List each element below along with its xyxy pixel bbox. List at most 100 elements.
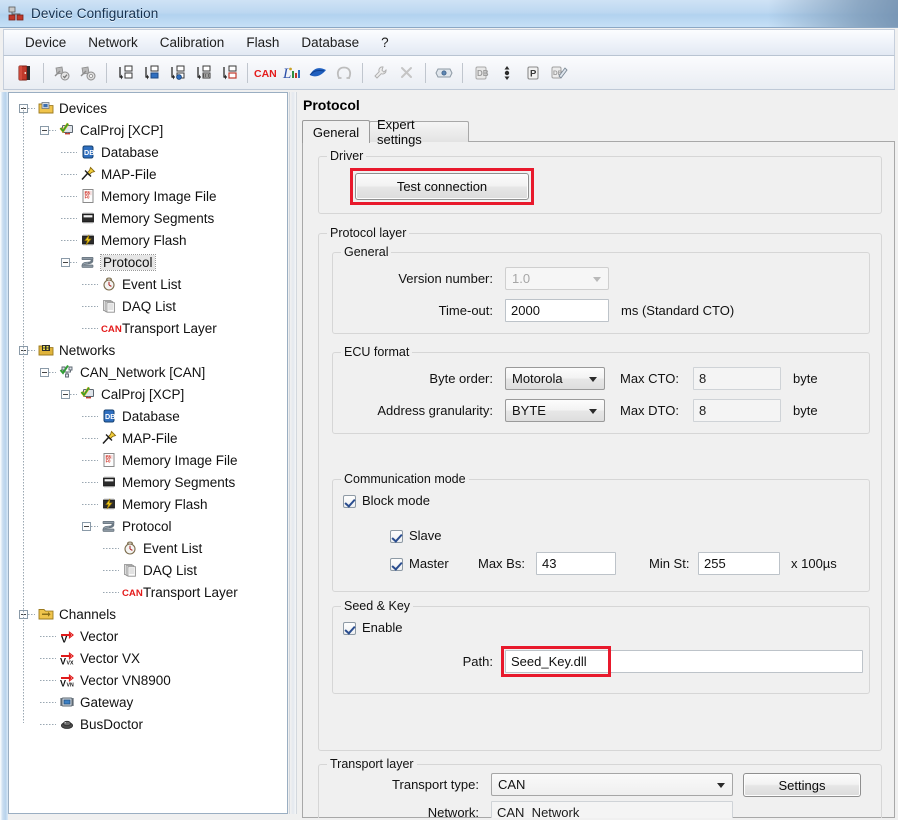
tree-node[interactable]: V VX Vector VX	[9, 647, 287, 669]
transport-type-dropdown[interactable]: CAN	[491, 773, 733, 796]
tree-collapse-icon[interactable]	[40, 125, 49, 135]
svg-text:V: V	[60, 657, 66, 666]
tree-node-label: Event List	[122, 276, 182, 292]
edit-database-icon[interactable]: DB	[546, 60, 572, 86]
add-device-icon[interactable]	[112, 60, 138, 86]
group-driver-caption: Driver	[327, 149, 367, 163]
tab-expert-settings[interactable]: Expert settings	[369, 117, 469, 147]
tree-node[interactable]: CAN Transport Layer	[9, 581, 287, 603]
tab-panel-general: Driver Test connection Protocol layer Ge…	[302, 142, 895, 818]
group-seed-key: Seed & Key Enable Path: Seed_Key.dll	[332, 599, 870, 694]
menu-database[interactable]: Database	[290, 32, 370, 54]
seed-key-enable-checkbox[interactable]	[343, 622, 356, 635]
master-checkbox[interactable]	[390, 558, 403, 571]
menu-device[interactable]: Device	[14, 32, 77, 54]
most-icon[interactable]	[331, 60, 357, 86]
menu-flash[interactable]: Flash	[235, 32, 290, 54]
folder-devices-icon	[38, 100, 54, 116]
block-mode-checkbox[interactable]	[343, 495, 356, 508]
add-network-icon[interactable]	[164, 60, 190, 86]
tree-node-label: Vector VN8900	[80, 672, 171, 688]
min-st-input[interactable]: 255	[698, 552, 780, 575]
tree-connector	[40, 679, 56, 681]
version-number-value: 1.0	[512, 271, 531, 286]
tree-node[interactable]: DB Database	[9, 405, 287, 427]
tree-node[interactable]: V Vector	[9, 625, 287, 647]
address-granularity-dropdown[interactable]: BYTE	[505, 399, 605, 422]
toolbar-separator	[362, 62, 363, 83]
tree-node[interactable]: Protocol	[9, 251, 287, 273]
tree-node[interactable]: Memory Segments	[9, 207, 287, 229]
wrench-icon[interactable]	[368, 60, 394, 86]
delete-icon[interactable]	[394, 60, 420, 86]
database-icon: DB	[101, 408, 117, 424]
can-icon[interactable]: CAN	[253, 60, 279, 86]
max-dto-input[interactable]: 8	[693, 399, 781, 422]
add-protocol-icon[interactable]	[216, 60, 242, 86]
tree-node[interactable]: CalProj [XCP]	[9, 119, 287, 141]
slave-checkbox[interactable]	[390, 530, 403, 543]
tree-node[interactable]: MAP-File	[9, 163, 287, 185]
tree-node-label: Event List	[143, 540, 203, 556]
test-connection-button[interactable]: Test connection	[355, 173, 529, 200]
tree-connector	[82, 283, 98, 285]
version-number-dropdown[interactable]: 1.0	[505, 267, 609, 290]
tree-node[interactable]: DAQ List	[9, 559, 287, 581]
tree-node[interactable]: Protocol	[9, 515, 287, 537]
tree-collapse-icon[interactable]	[61, 257, 70, 267]
database-icon[interactable]: DB	[468, 60, 494, 86]
menu-help[interactable]: ?	[370, 32, 400, 54]
configuration-tree[interactable]: Devices CalProj [XCP] DB Database MAP-File E8…	[8, 92, 288, 814]
tree-node[interactable]: E8 F0 Memory Image File	[9, 185, 287, 207]
transport-settings-button[interactable]: Settings	[743, 773, 861, 797]
tree-node[interactable]: CAN_Network [CAN]	[9, 361, 287, 383]
tree-node[interactable]: E8 F0 Memory Image File	[9, 449, 287, 471]
tree-node-label: Memory Segments	[122, 474, 236, 490]
device-settings-icon[interactable]	[75, 60, 101, 86]
tree-node[interactable]: Event List	[9, 273, 287, 295]
tree-node[interactable]: DB Database	[9, 141, 287, 163]
tree-node[interactable]: CAN Transport Layer	[9, 317, 287, 339]
block-mode-label: Block mode	[362, 493, 430, 508]
tree-node[interactable]: Networks	[9, 339, 287, 361]
device-check-icon[interactable]	[49, 60, 75, 86]
tree-collapse-icon[interactable]	[40, 367, 49, 377]
tree-node[interactable]: Memory Segments	[9, 471, 287, 493]
flexray-icon[interactable]	[305, 60, 331, 86]
hexfile-icon: E8 F0	[101, 452, 117, 468]
tree-node[interactable]: Devices	[9, 97, 287, 119]
protocol-icon[interactable]: P	[520, 60, 546, 86]
tree-collapse-icon[interactable]	[61, 389, 70, 399]
sync-icon[interactable]	[494, 60, 520, 86]
tree-node[interactable]: BusDoctor	[9, 713, 287, 735]
tree-node[interactable]: Event List	[9, 537, 287, 559]
tree-node[interactable]: DAQ List	[9, 295, 287, 317]
pane-splitter[interactable]	[289, 92, 297, 814]
add-database-icon[interactable]	[138, 60, 164, 86]
max-bs-input[interactable]: 43	[536, 552, 616, 575]
tree-node[interactable]: Channels	[9, 603, 287, 625]
tab-general[interactable]: General	[302, 120, 370, 143]
exit-icon[interactable]	[12, 60, 38, 86]
tree-node[interactable]: CalProj [XCP]	[9, 383, 287, 405]
tree-node[interactable]: Memory Flash	[9, 229, 287, 251]
pages-icon	[101, 298, 117, 314]
max-cto-input[interactable]: 8	[693, 367, 781, 390]
tree-node[interactable]: Memory Flash	[9, 493, 287, 515]
menu-network[interactable]: Network	[77, 32, 149, 54]
add-memory-icon[interactable]	[190, 60, 216, 86]
timeout-input[interactable]: 2000	[505, 299, 609, 322]
connector-icon[interactable]	[431, 60, 457, 86]
protocol-icon	[80, 254, 96, 270]
lin-icon[interactable]: L	[279, 60, 305, 86]
tree-node[interactable]: V VN Vector VN8900	[9, 669, 287, 691]
tree-node-label: Memory Flash	[101, 232, 187, 248]
byte-order-dropdown[interactable]: Motorola	[505, 367, 605, 390]
transport-type-label: Transport type:	[392, 777, 479, 792]
seed-key-path-input[interactable]: Seed_Key.dll	[505, 650, 863, 673]
tree-node[interactable]: MAP-File	[9, 427, 287, 449]
menu-calibration[interactable]: Calibration	[149, 32, 236, 54]
tree-node[interactable]: Gateway	[9, 691, 287, 713]
tree-collapse-icon[interactable]	[82, 521, 91, 531]
device-configuration-window: Device Configuration Device Network Cali…	[0, 0, 898, 820]
